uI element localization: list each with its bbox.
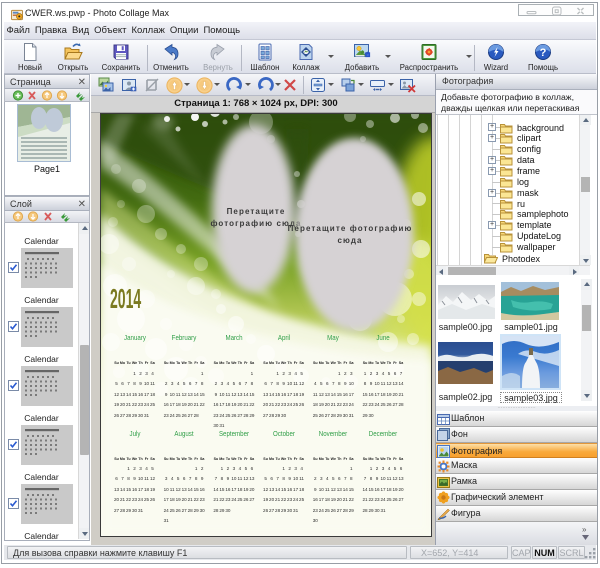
svg-text:?: ?	[540, 47, 547, 59]
